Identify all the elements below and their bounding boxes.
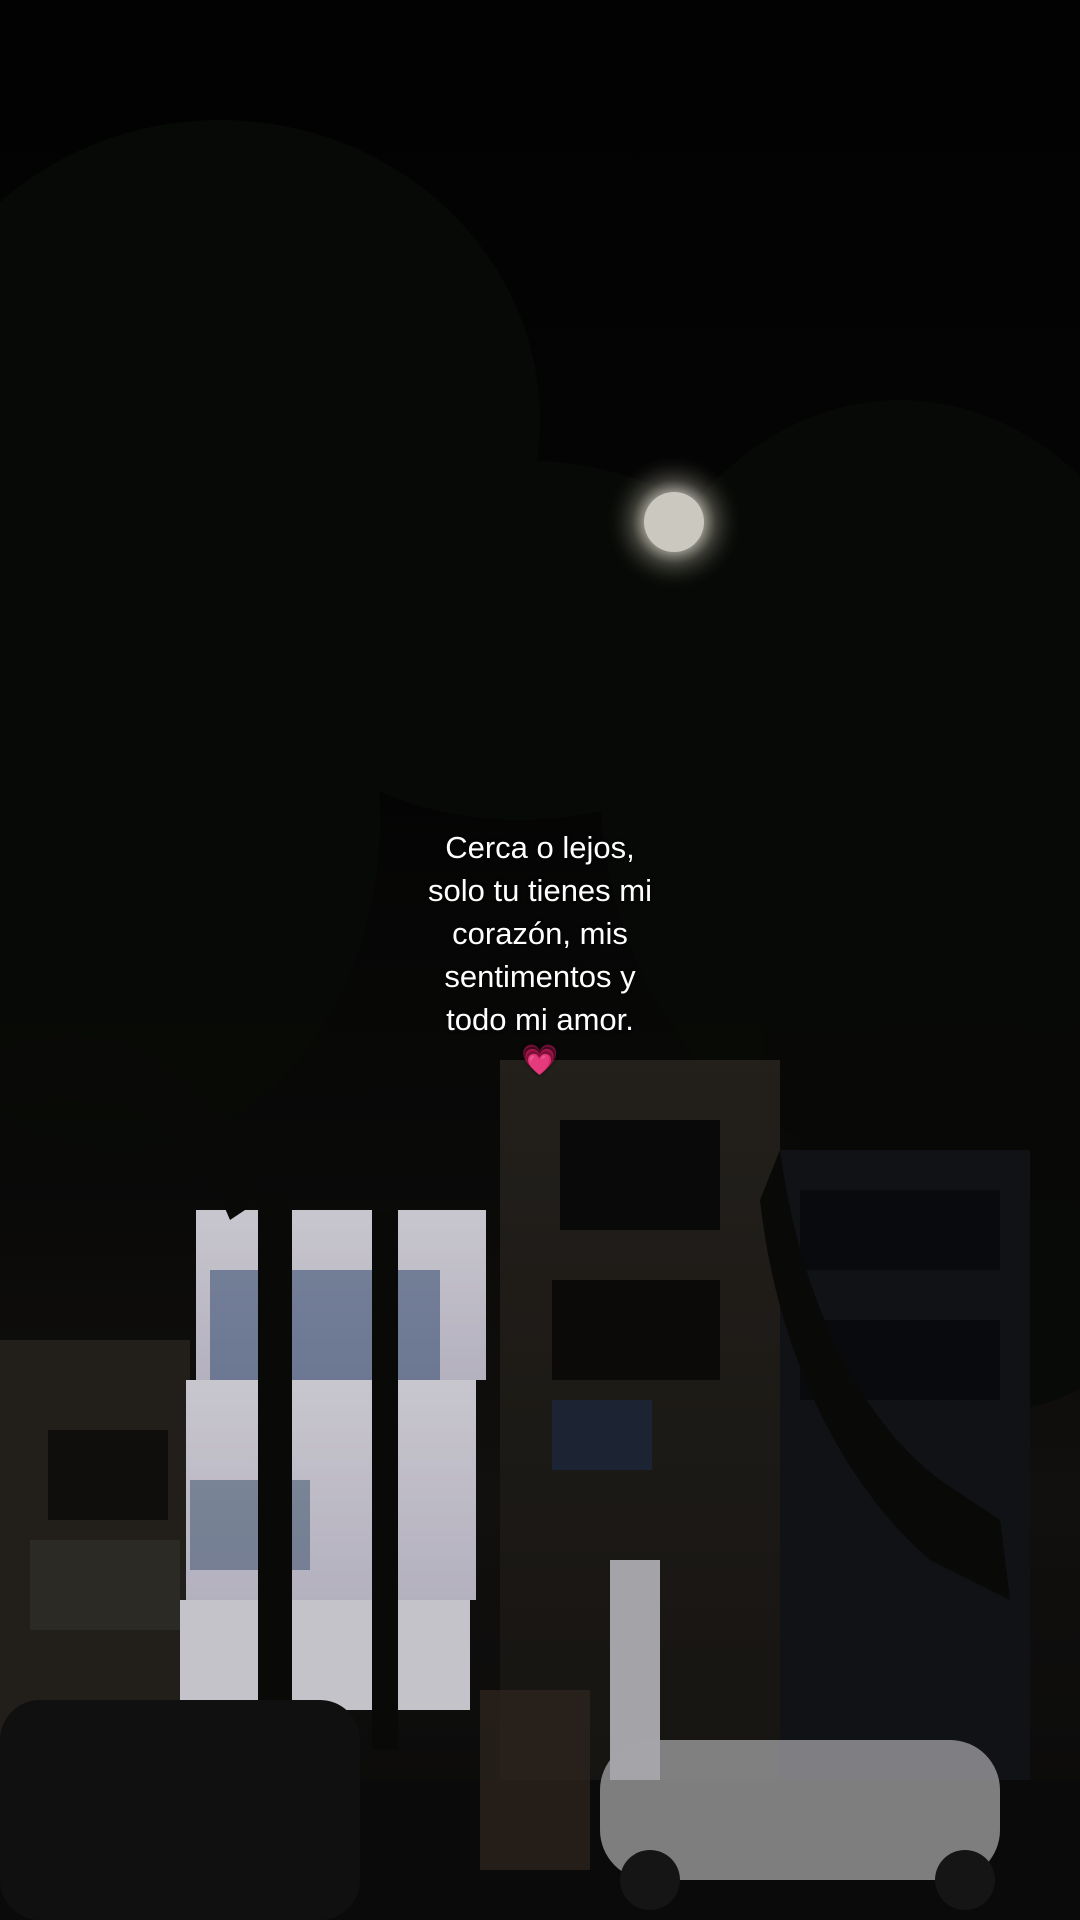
caption-line-1: Cerca o lejos, bbox=[445, 830, 635, 865]
caption-line-5: todo mi amor. bbox=[446, 1002, 634, 1037]
night-scene: Cerca o lejos, solo tu tienes mi corazón… bbox=[0, 0, 1080, 1920]
caption-text-overlay: Cerca o lejos, solo tu tienes mi corazón… bbox=[340, 826, 740, 1081]
heart-emoji-icon: 💗 bbox=[521, 1044, 559, 1077]
caption-line-4: sentimentos y bbox=[444, 959, 636, 994]
caption-line-3: corazón, mis bbox=[452, 916, 628, 951]
caption-line-2: solo tu tienes mi bbox=[428, 873, 652, 908]
